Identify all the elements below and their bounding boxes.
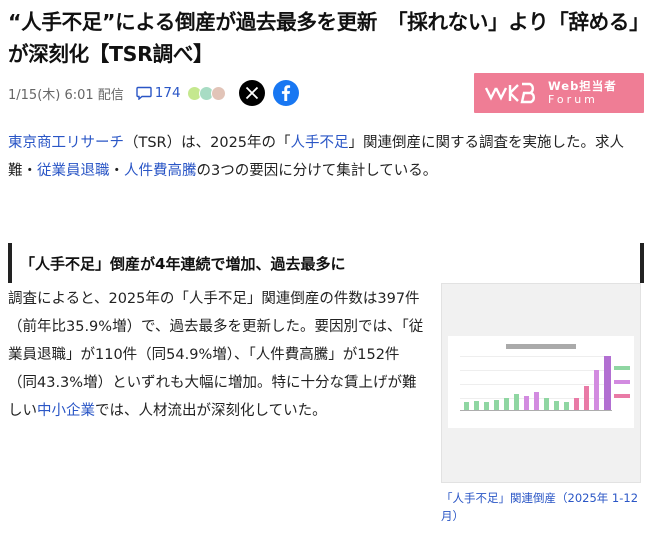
comment-bubble-icon (136, 86, 152, 100)
facebook-logo-icon (281, 85, 290, 101)
chart-thumbnail-title-mark (506, 344, 576, 349)
labor-cost-link[interactable]: 人件費高騰 (124, 163, 197, 179)
web-tantousha-logo-icon (484, 82, 535, 104)
share-facebook-button[interactable] (272, 80, 299, 106)
intro-paragraph: 東京商工リサーチ（TSR）は、2025年の「人手不足」関連倒産に関する調査を実施… (8, 135, 625, 179)
section-heading: 「人手不足」倒産が4年連続で増加、過去最多に (8, 243, 644, 283)
chart-thumbnail[interactable] (441, 283, 641, 483)
comments-link[interactable]: 174 (136, 85, 181, 101)
labor-shortage-link[interactable]: 人手不足 (291, 135, 349, 151)
tsr-link[interactable]: 東京商工リサーチ (8, 135, 124, 151)
chart-thumbnail-image (448, 336, 634, 428)
body-paragraph: 調査によると、2025年の「人手不足」関連倒産の件数は397件（前年比35.9%… (8, 291, 424, 419)
sponsor-logo[interactable]: Web担当者 Forum (474, 73, 644, 113)
sponsor-wordmark: Web担当者 Forum (548, 79, 617, 107)
reaction-faces (186, 85, 226, 101)
employee-resignation-link[interactable]: 従業員退職 (37, 163, 110, 179)
sme-link[interactable]: 中小企業 (37, 403, 95, 419)
article-meta: 1/15(木) 6:01 配信 174 Web担当者 Forum (8, 73, 644, 113)
figure-caption[interactable]: 「人手不足」関連倒産（2025年 1-12月） (441, 489, 646, 525)
x-logo-icon (245, 86, 258, 100)
publish-date: 1/15(木) 6:01 配信 (8, 87, 124, 103)
chart-thumbnail-baseline (460, 410, 612, 411)
reaction-face-icon (210, 85, 226, 101)
share-x-button[interactable] (238, 80, 265, 106)
comment-count: 174 (154, 85, 181, 101)
article-title: “人手不足”による倒産が過去最多を更新 「採れない」より「辞める」が深刻化【TS… (8, 10, 640, 66)
